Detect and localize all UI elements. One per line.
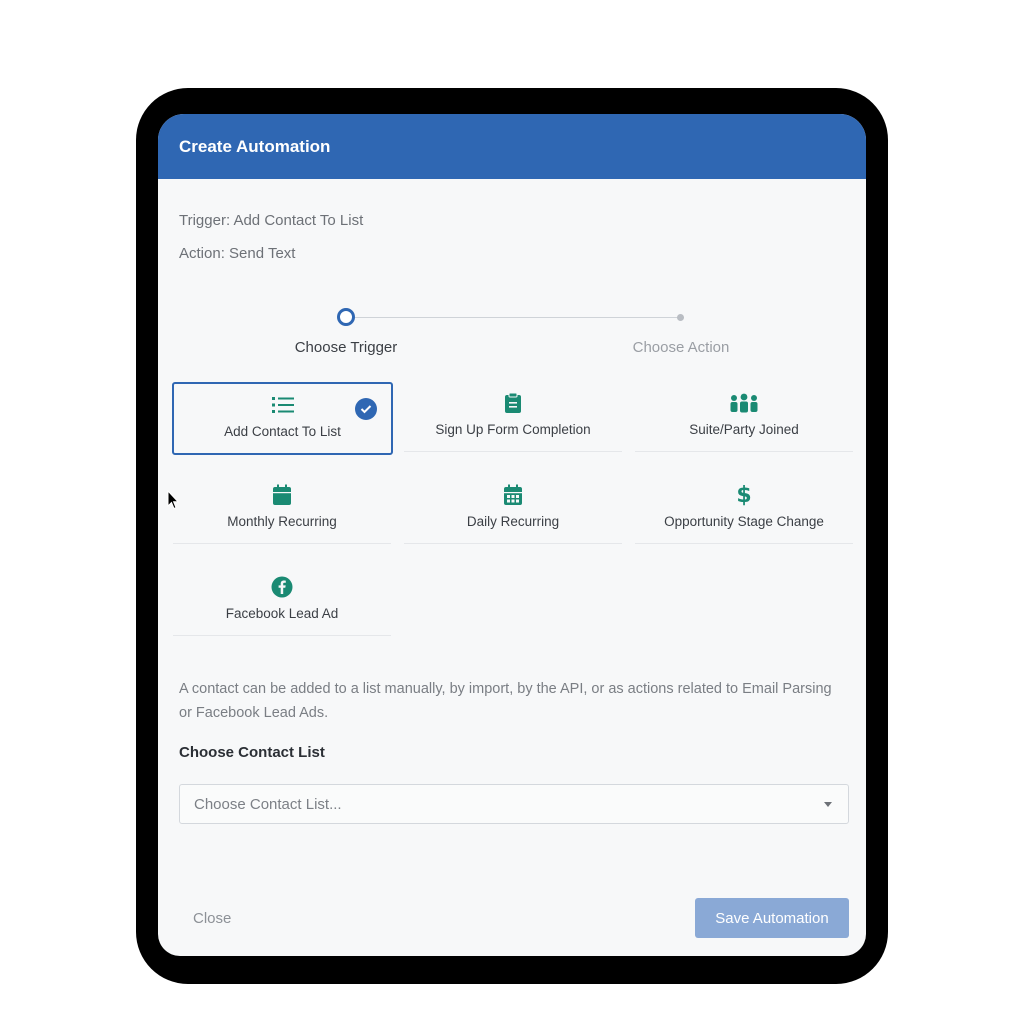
- calendar-icon: [173, 484, 391, 506]
- save-automation-button[interactable]: Save Automation: [695, 898, 849, 938]
- trigger-label: Sign Up Form Completion: [435, 422, 591, 437]
- modal-header: Create Automation: [158, 114, 866, 179]
- mouse-cursor-icon: [167, 489, 180, 515]
- check-icon: [355, 398, 377, 420]
- trigger-card-daily-recurring[interactable]: Daily Recurring: [404, 474, 622, 544]
- trigger-card-suite-party-joined[interactable]: Suite/Party Joined: [635, 382, 853, 452]
- step-label-choose-action[interactable]: Choose Action: [581, 339, 781, 356]
- trigger-summary: Trigger: Add Contact To List: [179, 212, 364, 229]
- group-icon: [635, 392, 853, 414]
- trigger-card-monthly-recurring[interactable]: Monthly Recurring: [173, 474, 391, 544]
- trigger-label: Monthly Recurring: [227, 514, 337, 529]
- modal-title: Create Automation: [179, 136, 331, 156]
- calendar-grid-icon: [404, 484, 622, 506]
- close-button[interactable]: Close: [193, 910, 231, 927]
- trigger-card-sign-up-form-completion[interactable]: Sign Up Form Completion: [404, 382, 622, 452]
- trigger-label: Add Contact To List: [224, 424, 341, 439]
- facebook-icon: [173, 576, 391, 598]
- trigger-card-opportunity-stage-change[interactable]: $ Opportunity Stage Change: [635, 474, 853, 544]
- stepper-track: [354, 317, 684, 318]
- trigger-label: Daily Recurring: [466, 514, 560, 529]
- trigger-description: A contact can be added to a list manuall…: [179, 681, 832, 721]
- trigger-card-add-contact-to-list[interactable]: Add Contact To List: [172, 382, 393, 455]
- trigger-card-facebook-lead-ad[interactable]: Facebook Lead Ad: [173, 566, 391, 636]
- trigger-label: Facebook Lead Ad: [225, 606, 339, 621]
- dollar-icon: $: [736, 482, 752, 508]
- step-dot-choose-action[interactable]: [677, 314, 684, 321]
- select-placeholder: Choose Contact List...: [194, 796, 342, 813]
- contact-list-heading: Choose Contact List: [179, 744, 325, 761]
- step-label-choose-trigger[interactable]: Choose Trigger: [246, 339, 446, 356]
- caret-down-icon: [824, 802, 832, 807]
- trigger-label: Suite/Party Joined: [689, 422, 799, 437]
- trigger-label: Opportunity Stage Change: [664, 514, 824, 529]
- contact-list-select[interactable]: Choose Contact List...: [179, 784, 849, 824]
- create-automation-modal: Create Automation Trigger: Add Contact T…: [158, 114, 866, 956]
- step-dot-choose-trigger[interactable]: [337, 308, 355, 326]
- action-summary: Action: Send Text: [179, 245, 296, 262]
- clipboard-icon: [404, 392, 622, 414]
